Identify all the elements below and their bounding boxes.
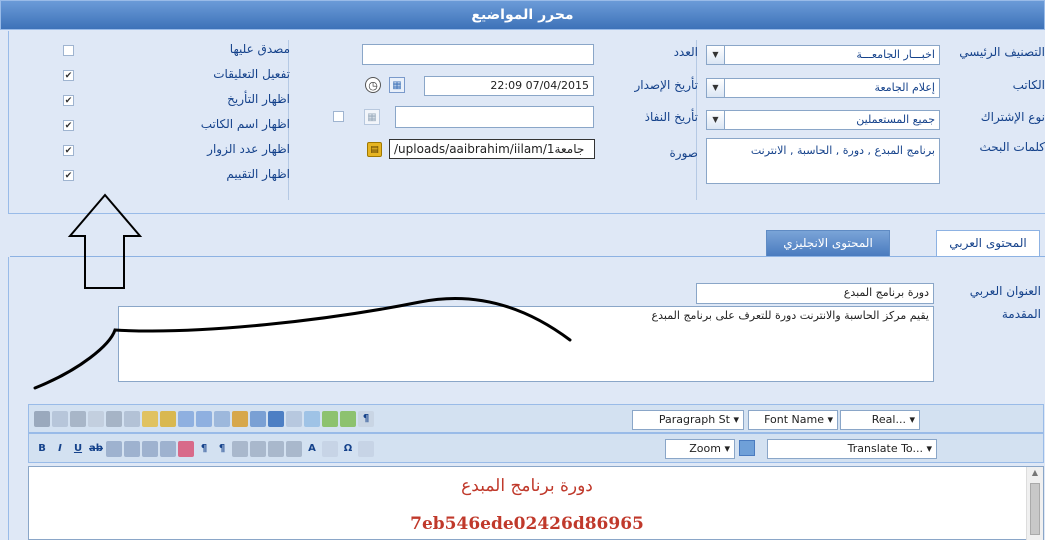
outdent-icon[interactable] [250, 441, 266, 457]
spellcheck-icon[interactable] [52, 411, 68, 427]
font-color-icon[interactable]: A [304, 441, 320, 457]
indent-icon[interactable] [232, 441, 248, 457]
scribble-annotation [33, 297, 572, 390]
undo-icon[interactable] [178, 411, 194, 427]
zoom-dropdown[interactable]: Zoom ▾ [665, 439, 735, 459]
remove-alignment-icon[interactable] [178, 441, 194, 457]
media-icon[interactable] [268, 411, 284, 427]
translate-icon[interactable] [739, 440, 755, 456]
bold-icon[interactable]: B [34, 441, 50, 457]
editor-toolbar-row-2: B I Uab ¶ ¶ A Ω Zoom ▾ Translate To... ▾ [28, 433, 1044, 463]
insert-table-icon[interactable] [358, 441, 374, 457]
cut-icon[interactable] [106, 411, 122, 427]
image-manager-icon[interactable] [214, 411, 230, 427]
hyperlink-icon[interactable] [304, 411, 320, 427]
ltr-icon[interactable]: ¶ [196, 441, 212, 457]
paste-icon[interactable] [142, 411, 158, 427]
arrow-annotation [67, 193, 143, 289]
editor-line-1: دورة برنامج المبدع [461, 476, 593, 496]
translate-dropdown[interactable]: Translate To... ▾ [767, 439, 937, 459]
table-icon[interactable] [286, 411, 302, 427]
paste-special-icon[interactable] [160, 411, 176, 427]
editor-line-2: 7eb546ede02426d86965 [410, 514, 644, 534]
editor-scrollbar[interactable]: ▲ [1026, 467, 1043, 540]
italic-icon[interactable]: I [52, 441, 68, 457]
scroll-up-icon[interactable]: ▲ [1027, 467, 1043, 479]
numbered-list-icon[interactable] [268, 441, 284, 457]
highlight-icon[interactable] [322, 441, 338, 457]
strikethrough-icon[interactable]: ab [88, 441, 104, 457]
select-all-icon[interactable] [88, 411, 104, 427]
scroll-thumb[interactable] [1030, 483, 1040, 535]
justify-icon[interactable] [160, 441, 176, 457]
align-left-icon[interactable] [106, 441, 122, 457]
underline-icon[interactable]: U [70, 441, 86, 457]
template-icon[interactable] [340, 411, 356, 427]
smiley-icon[interactable] [322, 411, 338, 427]
toolbar-icons-row-1: ¶ [33, 410, 375, 428]
align-right-icon[interactable] [142, 441, 158, 457]
align-center-icon[interactable] [124, 441, 140, 457]
paragraph-mark-icon[interactable]: ¶ [358, 411, 374, 427]
rtl-icon[interactable]: ¶ [214, 441, 230, 457]
print-icon[interactable] [34, 411, 50, 427]
editor-toolbar-row-1: ¶ Paragraph St ▾ Font Name ▾ Real... ▾ [28, 404, 1044, 433]
font-name-dropdown[interactable]: Font Name ▾ [748, 410, 838, 430]
paragraph-style-dropdown[interactable]: Paragraph St ▾ [632, 410, 744, 430]
redo-icon[interactable] [196, 411, 212, 427]
toolbar-icons-row-2: B I Uab ¶ ¶ A Ω [33, 440, 375, 458]
font-size-dropdown[interactable]: Real... ▾ [840, 410, 920, 430]
copy-icon[interactable] [124, 411, 140, 427]
bullet-list-icon[interactable] [286, 441, 302, 457]
symbols-icon[interactable]: Ω [340, 441, 356, 457]
link-icon[interactable] [250, 411, 266, 427]
find-icon[interactable] [70, 411, 86, 427]
document-manager-icon[interactable] [232, 411, 248, 427]
